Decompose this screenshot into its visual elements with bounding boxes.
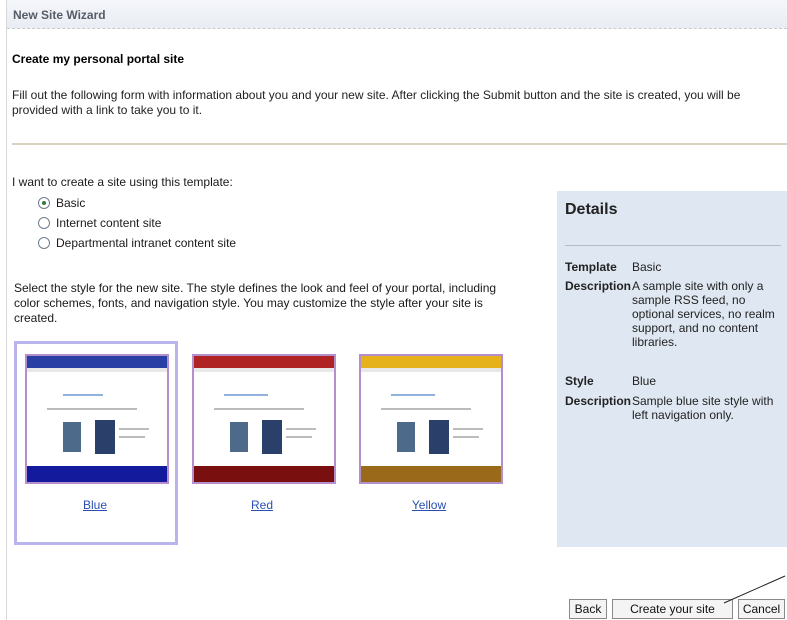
callout-pointer-line	[723, 575, 786, 604]
